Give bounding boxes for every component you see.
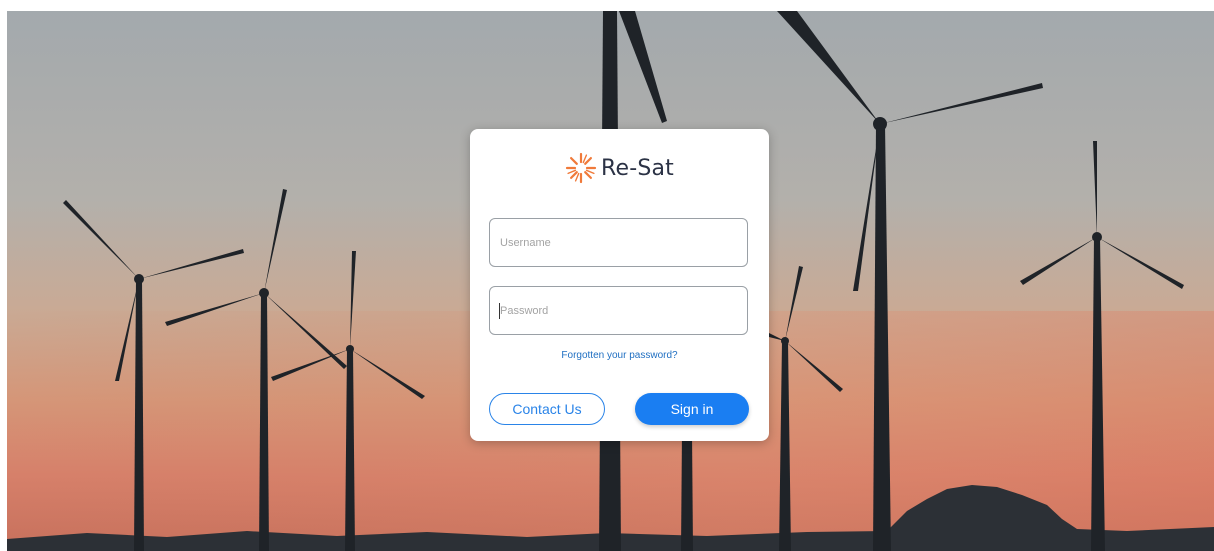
login-card: Re-Sat Forgotten your password? Contact … bbox=[470, 129, 769, 441]
forgot-password-link[interactable]: Forgotten your password? bbox=[470, 350, 769, 361]
contact-us-button[interactable]: Contact Us bbox=[489, 393, 605, 425]
brand-name: Re-Sat bbox=[600, 155, 675, 181]
text-cursor bbox=[499, 303, 500, 319]
brand-logo: Re-Sat bbox=[470, 151, 769, 185]
sunburst-icon bbox=[565, 152, 597, 184]
password-input[interactable] bbox=[489, 286, 748, 335]
username-input[interactable] bbox=[489, 218, 748, 267]
sign-in-button[interactable]: Sign in bbox=[635, 393, 749, 425]
